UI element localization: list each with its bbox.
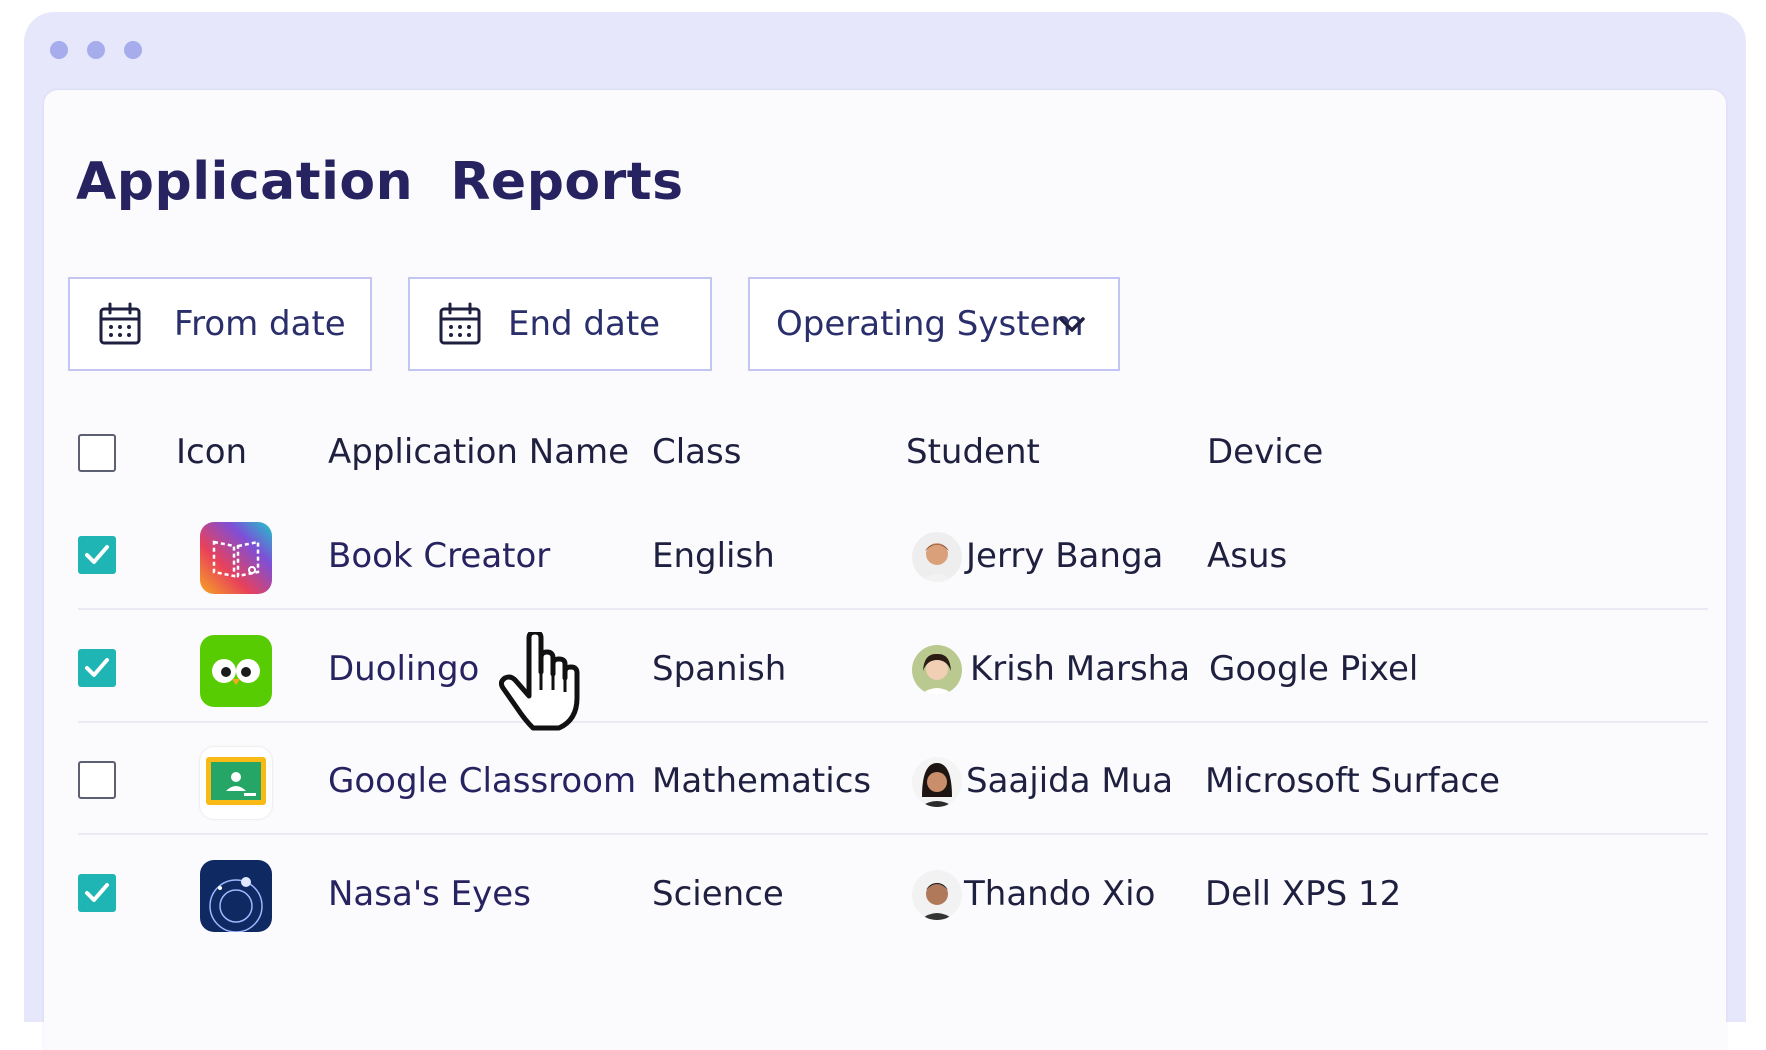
row-divider xyxy=(78,608,1708,610)
application-name[interactable]: Duolingo xyxy=(328,649,479,689)
application-name[interactable]: Nasa's Eyes xyxy=(328,874,531,914)
student-name: Jerry Banga xyxy=(966,536,1164,576)
row-checkbox[interactable] xyxy=(78,761,116,799)
google-classroom-icon xyxy=(200,747,272,819)
avatar xyxy=(912,645,962,695)
from-date-label: From date xyxy=(174,304,346,344)
application-name[interactable]: Google Classroom xyxy=(328,761,636,801)
window-controls xyxy=(50,41,142,59)
check-icon xyxy=(85,883,109,902)
row-checkbox[interactable] xyxy=(78,874,116,912)
avatar xyxy=(912,532,962,582)
row-checkbox[interactable] xyxy=(78,536,116,574)
avatar xyxy=(912,757,962,807)
end-date-label: End date xyxy=(508,304,661,344)
from-date-filter[interactable]: From date xyxy=(68,277,372,371)
check-icon xyxy=(85,545,109,564)
device-name: Asus xyxy=(1207,536,1288,576)
class-name: English xyxy=(652,536,775,576)
application-name[interactable]: Book Creator xyxy=(328,536,550,576)
page-title: Application Reports xyxy=(76,152,684,212)
nasas-eyes-icon xyxy=(200,860,272,932)
column-header-icon: Icon xyxy=(176,432,248,472)
student-name: Saajida Mua xyxy=(966,761,1174,801)
class-name: Science xyxy=(652,874,784,914)
column-header-application-name: Application Name xyxy=(328,432,630,472)
column-header-class: Class xyxy=(652,432,742,472)
row-checkbox[interactable] xyxy=(78,649,116,687)
student-name: Krish Marsha xyxy=(970,649,1191,689)
class-name: Spanish xyxy=(652,649,787,689)
hand-pointer-cursor-icon xyxy=(499,632,580,731)
select-all-checkbox[interactable] xyxy=(78,434,116,472)
browser-window: Application Reports From date End date O… xyxy=(24,12,1746,1050)
column-header-student: Student xyxy=(906,432,1040,472)
window-dot-minimize[interactable] xyxy=(87,41,105,59)
end-date-filter[interactable]: End date xyxy=(408,277,712,371)
device-name: Google Pixel xyxy=(1209,649,1419,689)
chevron-down-icon xyxy=(1059,317,1085,332)
row-divider xyxy=(78,721,1708,723)
calendar-icon xyxy=(439,302,481,345)
student-name: Thando Xio xyxy=(964,874,1156,914)
row-divider xyxy=(78,833,1708,835)
column-header-device: Device xyxy=(1207,432,1324,472)
device-name: Dell XPS 12 xyxy=(1205,874,1402,914)
report-panel: Application Reports From date End date O… xyxy=(44,90,1726,1050)
book-creator-icon xyxy=(200,522,272,594)
avatar xyxy=(912,870,962,920)
operating-system-dropdown[interactable]: Operating System xyxy=(748,277,1120,371)
window-dot-close[interactable] xyxy=(50,41,68,59)
class-name: Mathematics xyxy=(652,761,872,801)
operating-system-label: Operating System xyxy=(776,304,1084,344)
calendar-icon xyxy=(99,302,141,345)
check-icon xyxy=(85,658,109,677)
duolingo-icon xyxy=(200,635,272,707)
window-dot-maximize[interactable] xyxy=(124,41,142,59)
device-name: Microsoft Surface xyxy=(1205,761,1501,801)
